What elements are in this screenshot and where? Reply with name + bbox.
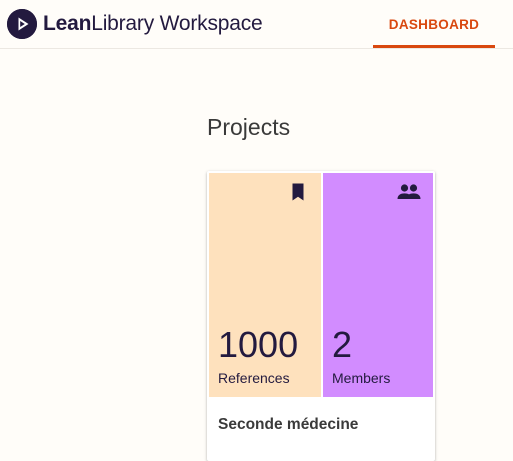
- project-name: Seconde médecine: [218, 416, 359, 433]
- tab-dashboard[interactable]: DASHBOARD: [373, 0, 495, 48]
- members-stat: 2 Members: [323, 173, 433, 397]
- bookmark-icon: [288, 182, 308, 202]
- members-count: 2: [332, 324, 353, 365]
- page-title: Projects: [207, 114, 291, 140]
- references-stat: 1000 References: [209, 173, 321, 397]
- play-circle-icon: [7, 9, 37, 39]
- project-card[interactable]: 1000 References 2 Members Seconde médeci…: [207, 171, 435, 461]
- brand-logo[interactable]: LeanLibrary Workspace: [7, 8, 263, 40]
- brand-name-regular: Library Workspace: [91, 12, 263, 35]
- references-label: References: [218, 370, 290, 386]
- brand-name-bold: Lean: [43, 12, 92, 35]
- people-icon: [396, 182, 422, 202]
- brand-name: LeanLibrary Workspace: [43, 12, 263, 36]
- references-count: 1000: [218, 324, 299, 365]
- members-label: Members: [332, 370, 391, 386]
- app-header: LeanLibrary Workspace DASHBOARD: [0, 0, 513, 49]
